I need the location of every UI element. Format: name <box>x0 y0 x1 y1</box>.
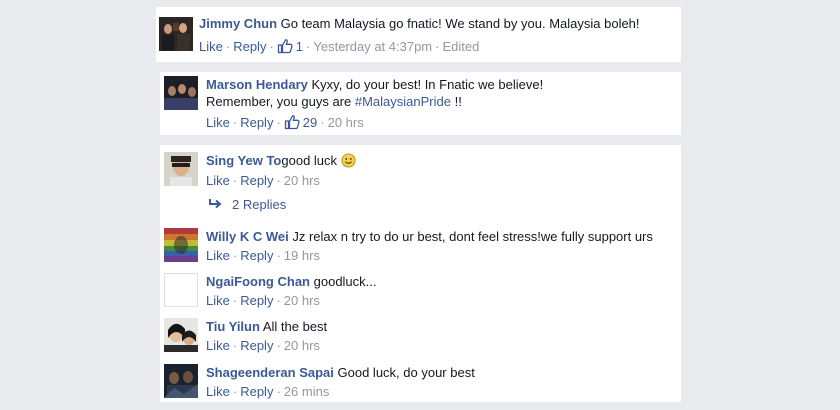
comment-panel: Jimmy Chun Go team Malaysia go fnatic! W… <box>156 7 681 62</box>
timestamp[interactable]: Yesterday at 4:37pm <box>313 39 432 54</box>
comment-text: Kyxy, do your best! In Fnatic we believe… <box>311 77 544 92</box>
comment-panel: Sing Yew Togood luck Like · Reply · 20 hrs 2… <box>160 145 681 402</box>
comment-text: Jz relax n try to do ur best, dont feel … <box>292 229 653 244</box>
comment-text: good luck <box>281 153 338 168</box>
like-link[interactable]: Like <box>206 115 230 130</box>
comment-panel: Marson Hendary Kyxy, do your best! In Fn… <box>160 72 681 135</box>
comment-text: Remember, you guys are <box>206 94 355 109</box>
comment-body: Tiu Yilun All the best <box>206 318 327 335</box>
edited-label[interactable]: Edited <box>442 39 479 54</box>
comment-body: Willy K C Wei Jz relax n try to do ur be… <box>206 228 676 245</box>
reply-link[interactable]: Reply <box>240 293 273 308</box>
timestamp[interactable]: 20 hrs <box>328 115 364 130</box>
comment-text: goodluck... <box>313 274 377 289</box>
comment-author[interactable]: Shageenderan Sapai <box>206 365 334 380</box>
comment-body: Sing Yew Togood luck <box>206 152 356 169</box>
avatar[interactable] <box>164 76 198 110</box>
replies-count: 2 Replies <box>232 197 287 212</box>
comment-text: Go team Malaysia go fnatic! We stand by … <box>280 16 640 31</box>
avatar[interactable] <box>159 17 193 51</box>
avatar[interactable] <box>164 364 198 398</box>
comment-actions: Like · Reply · 20 hrs <box>206 338 320 353</box>
like-count[interactable]: 29 <box>284 115 317 130</box>
comment-text: Good luck, do your best <box>337 365 475 380</box>
like-link[interactable]: Like <box>206 293 230 308</box>
reply-link[interactable]: Reply <box>240 173 273 188</box>
comment-body: Shageenderan Sapai Good luck, do your be… <box>206 364 475 381</box>
reply-arrow-icon <box>209 199 222 209</box>
comment-actions: Like · Reply · 20 hrs <box>206 293 320 308</box>
timestamp[interactable]: 20 hrs <box>284 293 320 308</box>
avatar[interactable] <box>164 318 198 352</box>
comment-author[interactable]: Marson Hendary <box>206 77 308 92</box>
comment-author[interactable]: Jimmy Chun <box>199 16 277 31</box>
comment-author[interactable]: Willy K C Wei <box>206 229 289 244</box>
timestamp[interactable]: 20 hrs <box>284 338 320 353</box>
like-link[interactable]: Like <box>206 338 230 353</box>
comment-actions: Like · Reply · 19 hrs <box>206 248 320 263</box>
comment-author[interactable]: Tiu Yilun <box>206 319 260 334</box>
reply-link[interactable]: Reply <box>240 384 273 399</box>
timestamp[interactable]: 20 hrs <box>284 173 320 188</box>
comment-body: Marson Hendary Kyxy, do your best! In Fn… <box>206 76 676 110</box>
thumbs-up-icon <box>277 39 293 54</box>
comment-body: NgaiFoong Chan goodluck... <box>206 273 377 290</box>
comment-body: Jimmy Chun Go team Malaysia go fnatic! W… <box>199 15 674 32</box>
avatar[interactable] <box>164 273 198 307</box>
thumbs-up-icon <box>284 115 300 130</box>
comment-actions: Like · Reply · 29 · 20 hrs <box>206 115 364 130</box>
smiley-icon <box>341 153 356 168</box>
comment-text: All the best <box>262 319 328 334</box>
comment-author[interactable]: NgaiFoong Chan <box>206 274 310 289</box>
comment-actions: Like · Reply · 1 · Yesterday at 4:37pm · Edited <box>199 39 480 54</box>
reply-link[interactable]: Reply <box>240 115 273 130</box>
like-count[interactable]: 1 <box>277 39 303 54</box>
reply-link[interactable]: Reply <box>240 248 273 263</box>
like-link[interactable]: Like <box>206 248 230 263</box>
timestamp[interactable]: 26 mins <box>284 384 330 399</box>
timestamp[interactable]: 19 hrs <box>284 248 320 263</box>
like-link[interactable]: Like <box>206 173 230 188</box>
view-replies-link[interactable]: 2 Replies <box>208 197 286 212</box>
comment-author[interactable]: Sing Yew To <box>206 153 281 168</box>
avatar[interactable] <box>164 152 198 186</box>
like-link[interactable]: Like <box>199 39 223 54</box>
reply-link[interactable]: Reply <box>240 338 273 353</box>
comment-actions: Like · Reply · 26 mins <box>206 384 330 399</box>
like-link[interactable]: Like <box>206 384 230 399</box>
comment-actions: Like · Reply · 20 hrs <box>206 173 320 188</box>
comment-text: !! <box>450 94 462 109</box>
hashtag-link[interactable]: #MalaysianPride <box>355 94 451 109</box>
reply-link[interactable]: Reply <box>233 39 266 54</box>
avatar[interactable] <box>164 228 198 262</box>
